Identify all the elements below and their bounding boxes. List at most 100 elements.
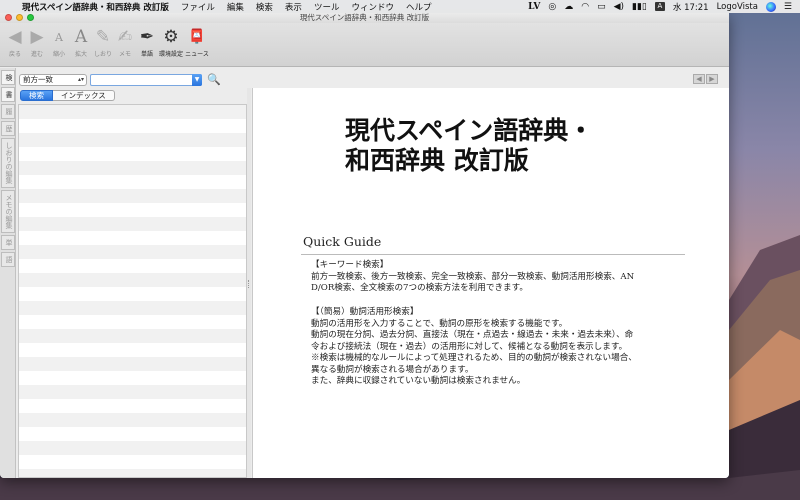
list-item <box>19 441 246 455</box>
search-input[interactable] <box>90 74 202 86</box>
bookmark-button-label: しおり <box>93 51 112 58</box>
sidebar-tab-bookmark-edit[interactable]: しおりの編集 <box>1 138 15 188</box>
list-item <box>19 427 246 441</box>
tab-index[interactable]: インデックス <box>53 90 115 101</box>
zoom-window-button[interactable] <box>27 14 34 21</box>
app-window: 現代スペイン語辞典・和西辞典 改訂版 ◀ 戻る ▶ 進む A 縮小 A 拡大 ✎… <box>0 13 729 478</box>
select-arrows-icon: ▴▾ <box>77 76 84 83</box>
prev-entry-button[interactable]: ◀ <box>693 74 705 84</box>
list-item <box>19 329 246 343</box>
search-history-dropdown[interactable]: ▼ <box>192 74 202 86</box>
list-item <box>19 357 246 371</box>
notification-center-icon[interactable]: ☰ <box>784 2 792 12</box>
window-title: 現代スペイン語辞典・和西辞典 改訂版 <box>299 13 430 22</box>
sidebar-tab-word-2[interactable]: 語 <box>1 252 15 267</box>
shrink-font-button[interactable]: A 縮小 <box>48 26 70 59</box>
list-item <box>19 203 246 217</box>
preferences-button-label: 環境設定 <box>158 51 183 58</box>
menu-search[interactable]: 検索 <box>256 1 273 13</box>
tab-search[interactable]: 検索 <box>20 90 53 101</box>
sidebar-tab-books[interactable]: 書 <box>1 87 15 102</box>
list-item <box>19 287 246 301</box>
enlarge-font-label: 拡大 <box>74 51 87 58</box>
sidebar-tab-word-1[interactable]: 単 <box>1 235 15 250</box>
toolbar: ◀ 戻る ▶ 進む A 縮小 A 拡大 ✎ しおり ✍ メモ ✒ 単語 ⚙ 環境 <box>0 23 729 67</box>
close-window-button[interactable] <box>5 14 12 21</box>
list-item <box>19 455 246 469</box>
result-list[interactable] <box>18 104 247 478</box>
menu-app-name[interactable]: 現代スペイン語辞典・和西辞典 改訂版 <box>22 1 169 13</box>
forward-button[interactable]: ▶ 進む <box>26 26 48 58</box>
menu-user-name[interactable]: LogoVista <box>717 2 758 12</box>
forward-button-label: 進む <box>30 51 43 58</box>
section-line: 動詞の現在分詞、過去分詞、直接法（現在・点過去・線過去・未来・過去未来）、命 <box>311 330 634 340</box>
list-item <box>19 371 246 385</box>
memo-button[interactable]: ✍ メモ <box>114 26 136 58</box>
input-source-icon[interactable]: A <box>654 2 665 11</box>
list-item <box>19 217 246 231</box>
menu-file[interactable]: ファイル <box>181 1 215 13</box>
battery-icon[interactable]: ▮▮▯ <box>632 2 647 12</box>
pane-splitter[interactable] <box>247 88 251 478</box>
menu-help[interactable]: ヘルプ <box>406 1 432 13</box>
splitter-grip-icon[interactable] <box>248 280 250 288</box>
gear-icon: ⚙ <box>163 27 179 47</box>
list-item <box>19 259 246 273</box>
section-line: 令および接続法（現在・過去）の活用形に対して、候補となる動詞を表示します。 <box>311 341 628 352</box>
list-item <box>19 385 246 399</box>
section-heading: 【（簡易）動詞活用形検索】 <box>311 307 419 317</box>
logovista-status-icon[interactable]: LV <box>528 2 540 12</box>
list-item <box>19 231 246 245</box>
list-item <box>19 301 246 315</box>
section-heading: 【キーワード検索】 <box>311 260 389 270</box>
next-entry-button[interactable]: ▶ <box>706 74 718 84</box>
sidebar-tab-memo-edit[interactable]: メモの編集 <box>1 190 15 233</box>
sidebar-tab-history-2[interactable]: 歴 <box>1 121 15 136</box>
bookmark-pencil-icon: ✎ <box>95 27 111 47</box>
wordbook-button[interactable]: ✒ 単語 <box>136 26 158 58</box>
section-line: また、辞典に収録されていない動詞は検索されません。 <box>311 376 526 386</box>
back-button[interactable]: ◀ 戻る <box>4 26 26 58</box>
enlarge-font-button[interactable]: A 拡大 <box>70 26 92 58</box>
sidebar-tab-history-1[interactable]: 履 <box>1 104 15 119</box>
small-a-icon: A <box>55 30 63 44</box>
status-menus: LV ◎ ☁ ◠ ▭ ◀) ▮▮▯ A 水 17:21 LogoVista ☰ <box>528 1 800 13</box>
list-item <box>19 175 246 189</box>
news-button[interactable]: 📮 ニュース <box>184 26 210 58</box>
sidebar-tab-search[interactable]: 検 <box>1 70 15 85</box>
cloud-icon[interactable]: ☁ <box>564 2 573 12</box>
preferences-button[interactable]: ⚙ 環境設定 <box>158 26 184 58</box>
back-arrow-icon: ◀ <box>8 27 22 47</box>
menu-edit[interactable]: 編集 <box>227 1 244 13</box>
chevron-down-icon: ▼ <box>194 76 200 83</box>
quick-guide-title: Quick Guide <box>303 234 382 249</box>
menu-tools[interactable]: ツール <box>314 1 340 13</box>
menu-window[interactable]: ウィンドウ <box>351 1 394 13</box>
minimize-window-button[interactable] <box>16 14 23 21</box>
wifi-icon[interactable]: ◠ <box>581 2 589 12</box>
menu-view[interactable]: 表示 <box>285 1 302 13</box>
memo-icon: ✍ <box>117 27 133 47</box>
volume-icon[interactable]: ◀) <box>614 2 624 12</box>
list-item <box>19 273 246 287</box>
wordbook-icon: ✒ <box>139 27 155 47</box>
section-line: ※検索は機械的なルールによって処理されるため、目的の動詞が検索されない場合、 <box>311 353 637 363</box>
list-item <box>19 245 246 259</box>
dictionary-title: 現代スペイン語辞典・ 和西辞典 改訂版 <box>345 116 593 176</box>
menu-clock[interactable]: 水 17:21 <box>673 1 709 13</box>
menu-bar: 現代スペイン語辞典・和西辞典 改訂版 ファイル 編集 検索 表示 ツール ウィン… <box>0 0 800 13</box>
siri-icon[interactable] <box>765 1 776 12</box>
search-icon[interactable]: 🔍 <box>207 73 221 86</box>
section-line: 異なる動詞が検索される場合があります。 <box>311 364 474 375</box>
window-controls <box>5 14 34 21</box>
dictionary-content-pane: 現代スペイン語辞典・ 和西辞典 改訂版 Quick Guide 【キーワード検索… <box>252 88 729 478</box>
sync-status-icon[interactable]: ◎ <box>548 2 556 12</box>
section-line: D/OR検索、全文検索の7つの検索方法を利用できます。 <box>311 283 528 293</box>
search-mode-select[interactable]: 前方一致 ▴▾ <box>19 74 87 86</box>
airplay-icon[interactable]: ▭ <box>597 2 606 12</box>
content-nav-arrows: ◀ ▶ <box>693 74 718 84</box>
list-item <box>19 105 246 119</box>
bookmark-button[interactable]: ✎ しおり <box>92 26 114 58</box>
list-item <box>19 315 246 329</box>
guide-section-verb-search: 【（簡易）動詞活用形検索】 動詞の活用形を入力することで、動詞の原形を検索する機… <box>311 307 676 388</box>
